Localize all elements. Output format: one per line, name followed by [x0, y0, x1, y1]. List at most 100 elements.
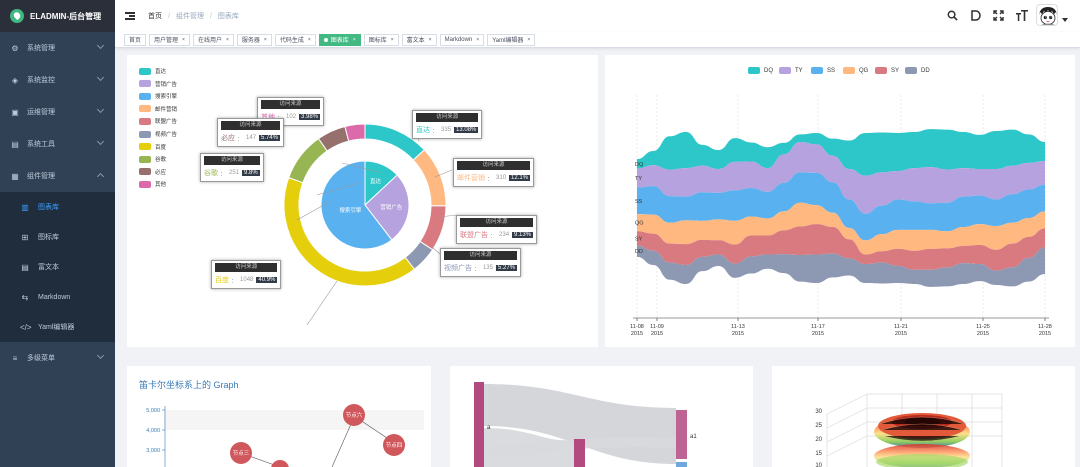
tooltip-colon: ：: [231, 278, 238, 285]
close-icon[interactable]: ×: [391, 37, 394, 43]
sidebar-item-menu[interactable]: ≡ 多级菜单: [0, 342, 115, 374]
search-icon[interactable]: [946, 9, 959, 22]
series-label: SY: [635, 236, 643, 242]
tooltip-percent: 40.9%: [256, 277, 278, 283]
richtext-icon: ▤: [21, 262, 29, 272]
tooltip-title: 访问来源: [457, 161, 531, 170]
tooltip-percent: 12.1%: [509, 175, 531, 181]
close-icon[interactable]: ×: [226, 37, 229, 43]
tooltip-name: 视频广告: [444, 265, 472, 272]
tooltip-colon: ：: [474, 266, 481, 273]
sankey-chart: a a1: [474, 382, 697, 467]
tooltip-body: 谷歌： 251 9.8%: [204, 168, 260, 178]
sankey-node: [676, 462, 687, 467]
pie-slice-label: 营销广告: [380, 203, 403, 211]
sidebar-item-toolbox[interactable]: ▤ 系统工具: [0, 128, 115, 160]
logo-icon: [10, 9, 24, 23]
z-tick-label: 30: [815, 409, 822, 415]
sidebar-item-label: 图表库: [38, 204, 59, 211]
grid-icon: ▦: [11, 171, 19, 181]
submenu-item-code[interactable]: </> Yaml编辑器: [0, 312, 115, 342]
close-icon[interactable]: ×: [527, 37, 530, 43]
graph-node[interactable]: [271, 460, 289, 467]
navbar-right: [936, 4, 1068, 26]
tag-9[interactable]: Yaml编辑器 ×: [487, 33, 536, 46]
tooltip-title: 访问来源: [261, 100, 321, 109]
sidebar-item-grid[interactable]: ▦ 组件管理: [0, 160, 115, 192]
tag-8[interactable]: Markdown ×: [439, 33, 485, 46]
docs-icon[interactable]: [969, 9, 982, 22]
pie-slice[interactable]: [288, 137, 328, 184]
tooltip-value: 135: [483, 265, 494, 271]
graph-chart-panel: 笛卡尔坐标系上的 Graph 5,000 4,000 3,000 节点三 节点六 节点四: [127, 366, 431, 467]
tooltip-title: 访问来源: [215, 263, 278, 272]
submenu-item-icons[interactable]: ⊞ 图标库: [0, 222, 115, 252]
tooltip-title: 访问来源: [460, 218, 534, 227]
tooltip-value: 1048: [240, 277, 254, 283]
pie-chart: 直达营销广告 搜索引擎: [283, 123, 458, 326]
tag-7[interactable]: 富文本 ×: [401, 33, 437, 46]
pie-slice[interactable]: [412, 149, 447, 207]
breadcrumb: 首页 / 组件管理 / 图表库: [148, 11, 239, 21]
submenu-item-markdown[interactable]: ⇆ Markdown: [0, 282, 115, 312]
close-icon[interactable]: ×: [353, 37, 356, 43]
close-icon[interactable]: ×: [264, 37, 267, 43]
markdown-icon: ⇆: [21, 292, 29, 302]
close-icon[interactable]: ×: [308, 37, 311, 43]
graph-node-label: 节点四: [386, 441, 403, 449]
tag-5[interactable]: 图表库 ×: [318, 33, 361, 46]
hamburger-icon[interactable]: [125, 12, 135, 20]
pie-slice[interactable]: [344, 123, 366, 142]
tag-3[interactable]: 服务器 ×: [236, 33, 272, 46]
tag-4[interactable]: 代码生成 ×: [274, 33, 316, 46]
tooltip-name: 直达: [416, 127, 430, 134]
tag-6[interactable]: 图标库 ×: [363, 33, 399, 46]
chevron-down-icon: [96, 105, 105, 114]
tag-0[interactable]: 首页: [124, 33, 147, 46]
sidebar-item-gear[interactable]: ⚙ 系统管理: [0, 32, 115, 64]
sidebar-item-label: Yaml编辑器: [38, 324, 75, 331]
sidebar: ELADMIN-后台管理 ⚙ 系统管理 ◈ 系统监控 ▣ 运维管理 ▤ 系统工具 ▦ 组件管理 ▥…: [0, 0, 115, 467]
tooltip-value: 102: [286, 114, 297, 120]
submenu-item-richtext[interactable]: ▤ 富文本: [0, 252, 115, 282]
tag-2[interactable]: 在线用户 ×: [192, 33, 234, 46]
pie-slice[interactable]: [419, 205, 447, 251]
y-tick-label: 3,000: [146, 448, 160, 454]
sidebar-item-label: 系统管理: [27, 45, 55, 52]
fullscreen-icon[interactable]: [992, 9, 1005, 22]
breadcrumb-home[interactable]: 首页: [148, 11, 162, 21]
user-dropdown-caret[interactable]: [1062, 18, 1068, 22]
tooltip-percent: 5.27%: [496, 265, 518, 271]
x-tick-label: 11-21: [894, 324, 908, 330]
leader-line: [306, 280, 338, 326]
close-icon[interactable]: ×: [182, 37, 185, 43]
series-label: SS: [635, 199, 643, 205]
sankey-node: [676, 410, 687, 459]
sidebar-item-label: 运维管理: [27, 109, 55, 116]
breadcrumb-separator: /: [209, 12, 212, 20]
submenu-item-chart[interactable]: ▥ 图表库: [0, 192, 115, 222]
sankey-node: [474, 382, 484, 467]
sankey-node-label: a1: [690, 434, 697, 440]
y-tick-label: 5,000: [146, 408, 160, 414]
tooltip-value: 147: [246, 135, 257, 141]
tooltip-percent: 3.98%: [299, 114, 321, 120]
sidebar-item-server[interactable]: ▣ 运维管理: [0, 96, 115, 128]
sidebar-item-monitor[interactable]: ◈ 系统监控: [0, 64, 115, 96]
avatar[interactable]: [1036, 4, 1058, 26]
close-icon[interactable]: ×: [476, 37, 479, 43]
breadcrumb-separator: /: [168, 12, 170, 20]
z-tick-label: 10: [815, 463, 822, 467]
sankey-node: [574, 439, 585, 467]
close-icon[interactable]: ×: [429, 37, 432, 43]
monitor-icon: ◈: [11, 75, 19, 85]
chevron-down-icon: [96, 41, 105, 50]
tooltip-title: 访问来源: [204, 156, 260, 165]
app-logo[interactable]: ELADMIN-后台管理: [0, 0, 115, 32]
tag-1[interactable]: 用户管理 ×: [149, 33, 190, 46]
tooltip: 访问来源 百度： 1048 40.9%: [211, 260, 282, 289]
tooltip-colon: ：: [432, 128, 439, 135]
font-size-icon[interactable]: [1015, 9, 1028, 22]
tag-label: 用户管理: [154, 38, 179, 44]
x-tick-label: 11-25: [976, 324, 990, 330]
